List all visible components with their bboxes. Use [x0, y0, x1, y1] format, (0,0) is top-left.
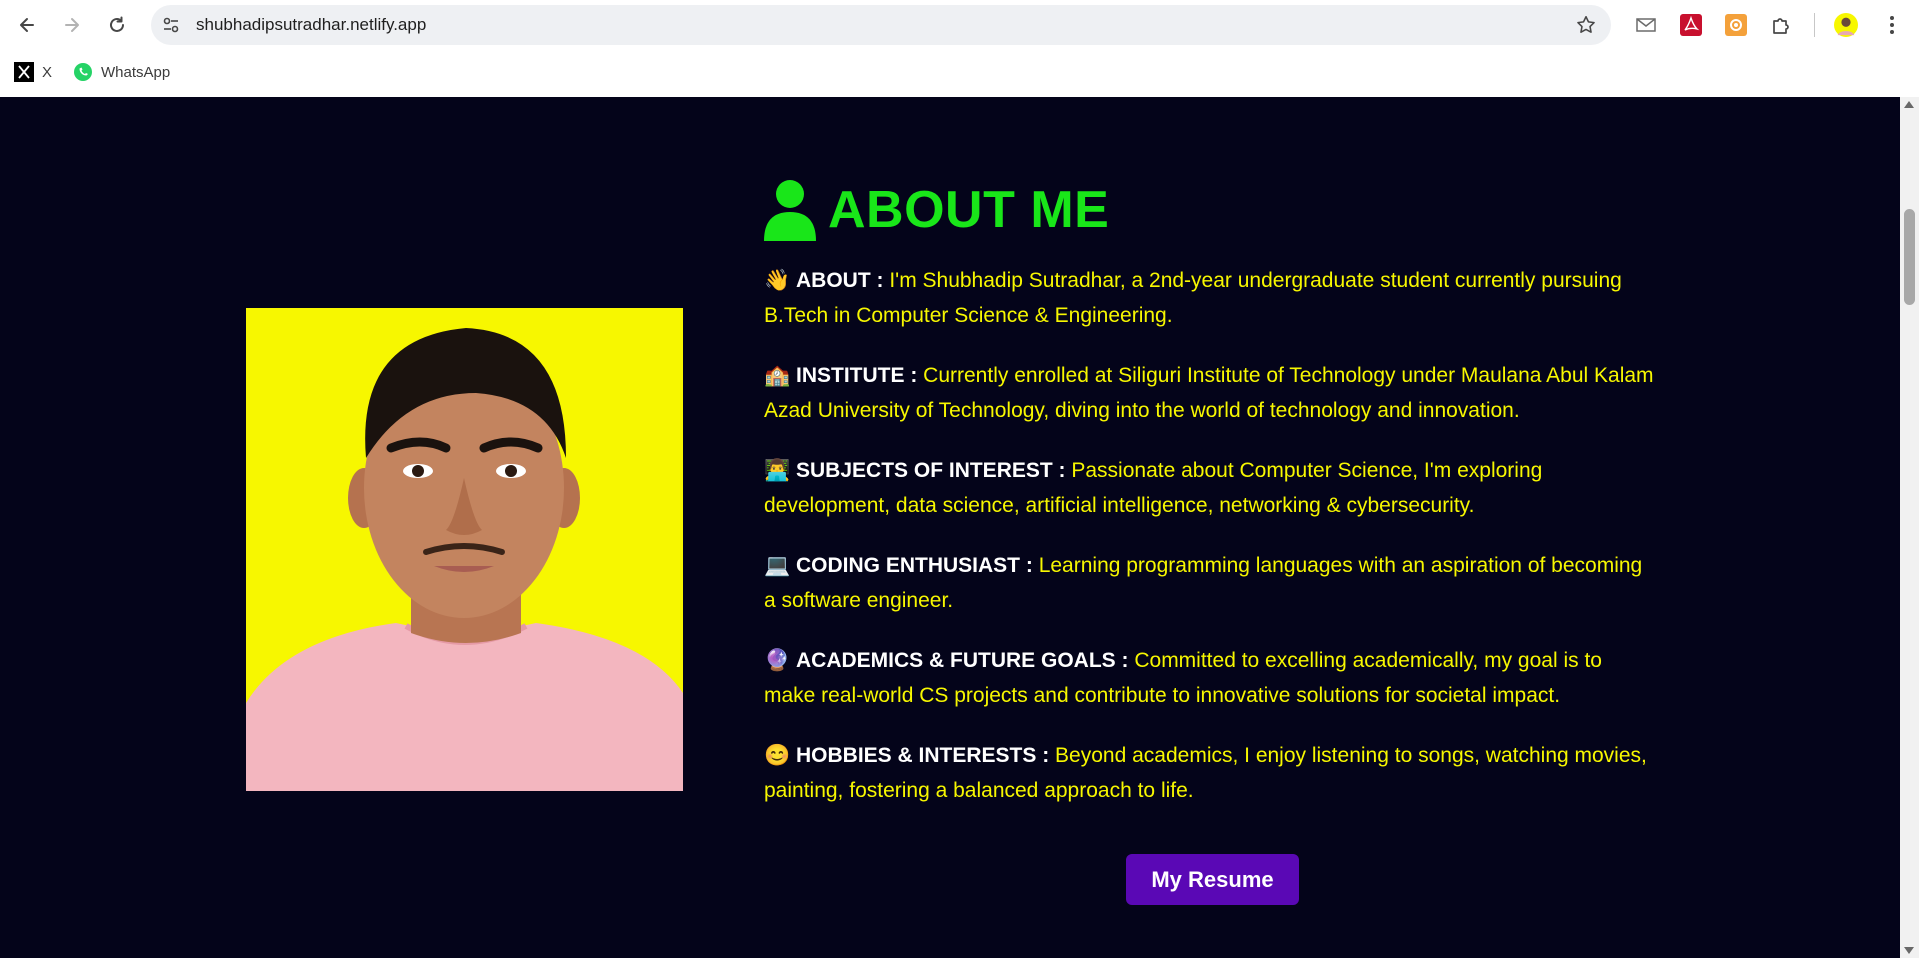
menu-kebab-icon[interactable] [1880, 13, 1904, 37]
url-text[interactable]: shubhadipsutradhar.netlify.app [196, 5, 426, 45]
reload-button[interactable] [102, 10, 132, 40]
forward-button[interactable] [57, 10, 87, 40]
back-button[interactable] [12, 10, 42, 40]
forward-arrow-icon [65, 18, 79, 32]
camera-icon[interactable] [1724, 13, 1748, 37]
bookmark-whatsapp[interactable]: WhatsApp [73, 60, 170, 84]
site-info-icon[interactable] [161, 15, 181, 35]
hobbies-paragraph: 😊 HOBBIES & INTERESTS : Beyond academics,… [764, 738, 1654, 808]
resume-button[interactable]: My Resume [1126, 854, 1299, 905]
page-content: ABOUT ME 👋 ABOUT : I'm Shubhadip Sutradha… [0, 97, 1900, 958]
bookmark-star-icon[interactable] [1575, 14, 1597, 36]
crystal-ball-icon: 🔮 [764, 649, 791, 672]
institute-paragraph: 🏫 INSTITUTE : Currently enrolled at Silig… [764, 358, 1654, 428]
page-title: ABOUT ME [828, 181, 1110, 239]
interest-paragraph: 👨‍💻 SUBJECTS OF INTEREST : Passionate abo… [764, 453, 1654, 523]
mail-icon[interactable] [1634, 13, 1658, 37]
profile-avatar-icon[interactable] [1834, 13, 1858, 37]
back-arrow-icon [20, 18, 34, 32]
paragraph-label: CODING ENTHUSIAST : [796, 554, 1033, 577]
bookmark-label: WhatsApp [101, 63, 171, 81]
paragraph-label: ACADEMICS & FUTURE GOALS : [796, 649, 1129, 672]
page-scrollbar[interactable] [1900, 97, 1919, 958]
waving-hand-icon: 👋 [764, 269, 791, 292]
pdf-icon[interactable] [1679, 13, 1703, 37]
scrollbar-thumb[interactable] [1904, 209, 1915, 305]
school-icon: 🏫 [764, 364, 791, 387]
bookmark-label: X [42, 63, 53, 81]
profile-photo [246, 308, 683, 791]
paragraph-label: SUBJECTS OF INTEREST : [796, 459, 1066, 482]
paragraph-text: I'm Shubhadip Sutradhar, a 2nd-year unde… [764, 269, 1622, 327]
x-logo-icon [14, 62, 34, 82]
scroll-down-arrow-icon[interactable] [1904, 947, 1914, 954]
about-heading: ABOUT ME [764, 177, 1654, 243]
address-bar[interactable]: shubhadipsutradhar.netlify.app [151, 5, 1611, 45]
bookmarks-bar: X WhatsApp [0, 50, 1919, 96]
paragraph-label: INSTITUTE : [796, 364, 918, 387]
paragraph-label: HOBBIES & INTERESTS : [796, 744, 1050, 767]
bookmark-x[interactable]: X [14, 60, 52, 84]
laptop-icon: 💻 [764, 554, 791, 577]
smile-icon: 😊 [764, 744, 791, 767]
goals-paragraph: 🔮 ACADEMICS & FUTURE GOALS : Committed to… [764, 643, 1654, 713]
about-section: ABOUT ME 👋 ABOUT : I'm Shubhadip Sutradha… [764, 177, 1654, 833]
coding-paragraph: 💻 CODING ENTHUSIAST : Learning programmin… [764, 548, 1654, 618]
paragraph-label: ABOUT : [796, 269, 884, 292]
scroll-up-arrow-icon[interactable] [1904, 101, 1914, 108]
puzzle-icon[interactable] [1769, 13, 1793, 37]
technologist-icon: 👨‍💻 [764, 459, 791, 482]
toolbar-divider [1814, 13, 1815, 37]
about-paragraph: 👋 ABOUT : I'm Shubhadip Sutradhar, a 2nd-… [764, 263, 1654, 333]
reload-icon [110, 16, 124, 32]
whatsapp-icon [74, 63, 92, 81]
browser-toolbar: shubhadipsutradhar.netlify.app [0, 0, 1919, 50]
user-icon [764, 180, 816, 241]
